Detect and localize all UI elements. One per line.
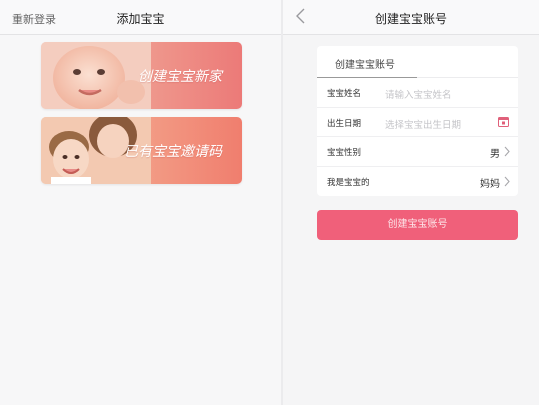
baby-gender-value: 男 <box>490 149 500 160</box>
baby-photo-icon <box>41 42 151 109</box>
relationship-row[interactable]: 我是宝宝的 妈妈 <box>317 167 518 197</box>
relationship-label: 我是宝宝的 <box>327 177 370 188</box>
baby-name-label: 宝宝姓名 <box>327 89 362 99</box>
nav-bar: 重新登录 添加宝宝 <box>0 0 281 35</box>
page-title: 添加宝宝 <box>116 12 165 26</box>
create-baby-home-label: 创建宝宝新家 <box>138 69 222 85</box>
baby-gender-row[interactable]: 宝宝性别 男 <box>317 137 518 167</box>
create-baby-home-card[interactable]: 创建宝宝新家 <box>41 42 242 109</box>
baby-name-row[interactable]: 宝宝姓名 请输入宝宝姓名 <box>317 78 518 108</box>
relationship-value: 妈妈 <box>480 178 500 190</box>
baby-name-input[interactable]: 请输入宝宝姓名 <box>385 87 452 101</box>
invite-code-label: 已有宝宝邀请码 <box>124 144 222 160</box>
birth-date-picker[interactable]: 选择宝宝出生日期 <box>385 117 461 131</box>
chevron-right-icon <box>504 176 510 186</box>
create-baby-account-screen: 创建宝宝账号 创建宝宝账号 宝宝姓名 请输入宝宝姓名 出生日期 选择宝宝出生日期… <box>283 0 539 405</box>
add-baby-screen: 重新登录 添加宝宝 创建宝宝新家 已有宝宝邀请码 <box>0 0 281 405</box>
form-header: 创建宝宝账号 <box>317 46 518 78</box>
birth-date-label: 出生日期 <box>327 118 362 129</box>
create-baby-account-button[interactable]: 创建宝宝账号 <box>317 210 518 240</box>
calendar-icon[interactable] <box>498 116 509 127</box>
invite-code-card[interactable]: 已有宝宝邀请码 <box>41 117 242 184</box>
birth-date-row[interactable]: 出生日期 选择宝宝出生日期 <box>317 108 518 137</box>
baby-gender-label: 宝宝性别 <box>327 148 362 158</box>
page-title: 创建宝宝账号 <box>374 12 447 26</box>
nav-bar: 创建宝宝账号 <box>283 0 539 35</box>
baby-account-form: 创建宝宝账号 宝宝姓名 请输入宝宝姓名 出生日期 选择宝宝出生日期 宝宝性别 男… <box>317 46 518 196</box>
form-header-label: 创建宝宝账号 <box>335 60 395 71</box>
chevron-right-icon <box>504 146 510 157</box>
